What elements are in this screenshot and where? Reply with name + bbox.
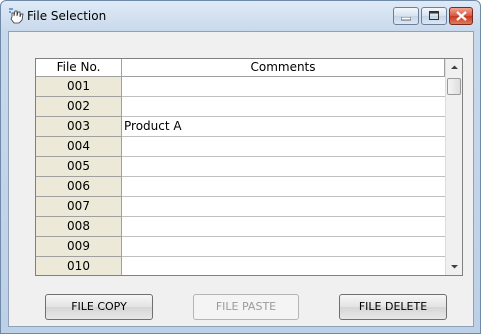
file-no-cell[interactable]: 009 xyxy=(36,237,122,257)
column-header-comments[interactable]: Comments xyxy=(122,59,445,77)
file-no-cell[interactable]: 005 xyxy=(36,157,122,177)
comment-cell[interactable] xyxy=(122,257,445,275)
file-no-cell[interactable]: 010 xyxy=(36,257,122,275)
close-icon xyxy=(456,11,467,21)
scroll-down-arrow-icon xyxy=(451,265,458,269)
table-row[interactable]: 006 xyxy=(36,177,445,197)
minimize-icon xyxy=(401,17,411,21)
table-row[interactable]: 004 xyxy=(36,137,445,157)
comment-cell[interactable] xyxy=(122,97,445,117)
maximize-button[interactable] xyxy=(421,7,447,25)
file-no-cell[interactable]: 001 xyxy=(36,77,122,97)
comment-cell[interactable] xyxy=(122,137,445,157)
window-title: File Selection xyxy=(27,9,107,23)
table-row[interactable]: 001 xyxy=(36,77,445,97)
file-copy-button[interactable]: FILE COPY xyxy=(45,294,153,320)
file-no-cell[interactable]: 007 xyxy=(36,197,122,217)
comment-cell[interactable] xyxy=(122,77,445,97)
close-button[interactable] xyxy=(449,7,473,25)
hand-pointer-icon xyxy=(9,8,24,24)
maximize-icon xyxy=(429,11,439,20)
table-row[interactable]: 002 xyxy=(36,97,445,117)
vertical-scrollbar[interactable] xyxy=(445,59,462,275)
comment-cell[interactable] xyxy=(122,197,445,217)
title-bar[interactable]: File Selection xyxy=(1,1,480,31)
file-no-cell[interactable]: 002 xyxy=(36,97,122,117)
file-no-cell[interactable]: 006 xyxy=(36,177,122,197)
table-row[interactable]: 005 xyxy=(36,157,445,177)
file-no-cell[interactable]: 004 xyxy=(36,137,122,157)
minimize-button[interactable] xyxy=(393,7,419,25)
file-selection-window: File Selection File No. Comments 001 002… xyxy=(0,0,481,334)
table-row[interactable]: 003 Product A xyxy=(36,117,445,137)
table-row[interactable]: 009 xyxy=(36,237,445,257)
file-paste-button[interactable]: FILE PASTE xyxy=(193,294,299,320)
comment-cell[interactable] xyxy=(122,217,445,237)
scrollbar-thumb[interactable] xyxy=(447,78,461,95)
dialog-body: File No. Comments 001 002 003 Product A … xyxy=(8,31,474,327)
comment-cell[interactable]: Product A xyxy=(122,117,445,137)
comment-cell[interactable] xyxy=(122,157,445,177)
file-delete-button[interactable]: FILE DELETE xyxy=(339,294,447,320)
file-table: File No. Comments 001 002 003 Product A … xyxy=(35,58,463,276)
table-row[interactable]: 010 xyxy=(36,257,445,275)
comment-cell[interactable] xyxy=(122,237,445,257)
scroll-down-button[interactable] xyxy=(446,258,462,275)
table-row[interactable]: 008 xyxy=(36,217,445,237)
table-row[interactable]: 007 xyxy=(36,197,445,217)
comment-cell[interactable] xyxy=(122,177,445,197)
column-header-file-no[interactable]: File No. xyxy=(36,59,122,77)
scroll-up-arrow-icon xyxy=(451,65,458,69)
file-no-cell[interactable]: 008 xyxy=(36,217,122,237)
file-no-cell[interactable]: 003 xyxy=(36,117,122,137)
scroll-up-button[interactable] xyxy=(446,59,462,76)
